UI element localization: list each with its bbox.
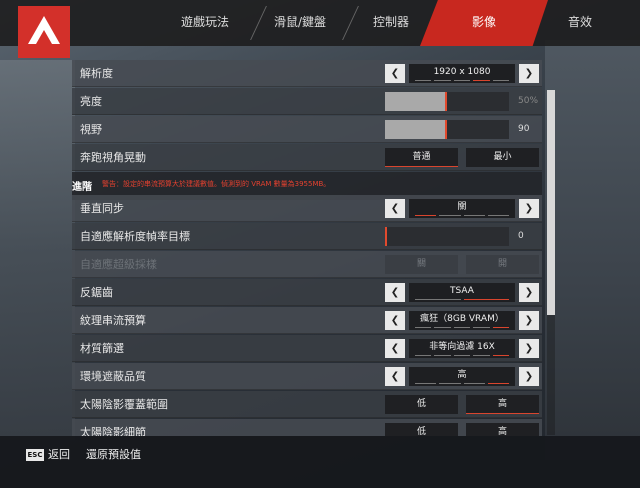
left-arrow-icon[interactable]: ❮	[385, 339, 405, 358]
setting-row-sun-shadow-detail: 太陽陰影細節 低 高	[72, 419, 542, 436]
setting-row-fov: 視野 90	[72, 116, 542, 143]
brightness-value: 50%	[518, 96, 539, 106]
setting-label: 奔跑視角晃動	[80, 151, 146, 164]
option-pips	[415, 383, 509, 384]
right-arrow-icon[interactable]: ❯	[519, 367, 539, 386]
resolution-selector[interactable]: 1920 x 1080	[409, 64, 515, 83]
tab-audio[interactable]: 音效	[535, 0, 625, 46]
setting-label: 亮度	[80, 95, 102, 108]
setting-label: 環境遮蔽品質	[80, 370, 146, 383]
option-pips	[415, 299, 509, 300]
setting-label: 垂直同步	[80, 202, 124, 215]
texture-budget-selector[interactable]: 瘋狂（8GB VRAM）	[409, 311, 515, 330]
left-arrow-icon[interactable]: ❮	[385, 311, 405, 330]
setting-label: 反鋸齒	[80, 286, 113, 299]
right-arrow-icon[interactable]: ❯	[519, 311, 539, 330]
vram-warning: 警告：設定的串流預算大於建議數值。偵測到的 VRAM 數量為3955MB。	[102, 180, 331, 188]
setting-label: 太陽陰影覆蓋範圍	[80, 398, 168, 411]
texture-filtering-selector[interactable]: 非等向過濾 16X	[409, 339, 515, 358]
slider-handle[interactable]	[385, 227, 387, 246]
setting-row-texture-budget: 紋理串流預算 ❮ 瘋狂（8GB VRAM） ❯	[72, 307, 542, 334]
setting-row-antialiasing: 反鋸齒 ❮ TSAA ❯	[72, 279, 542, 306]
setting-row-adaptive-resolution: 自適應解析度幀率目標 0	[72, 223, 542, 250]
texture-budget-value: 瘋狂（8GB VRAM）	[420, 314, 504, 324]
scrollbar-thumb[interactable]	[547, 90, 555, 315]
sun-shadow-coverage-low-button[interactable]: 低	[385, 395, 458, 414]
restore-defaults-button[interactable]: 還原預設值	[86, 446, 141, 462]
setting-label: 解析度	[80, 67, 113, 80]
back-button[interactable]: 返回	[48, 446, 70, 462]
sprint-shake-normal-button[interactable]: 普通	[385, 148, 458, 167]
setting-label: 自適應超級採樣	[80, 258, 157, 271]
esc-key-icon: ESC	[26, 449, 44, 461]
setting-row-resolution: 解析度 ❮ 1920 x 1080 ❯	[72, 60, 542, 87]
advanced-title: 進階	[72, 182, 92, 193]
tab-gameplay[interactable]: 遊戲玩法	[160, 0, 250, 46]
vsync-selector[interactable]: 關	[409, 199, 515, 218]
slider-fill	[385, 120, 447, 139]
vsync-value: 關	[457, 202, 467, 212]
apex-logo-icon	[18, 6, 70, 58]
adaptive-ss-off-button: 關	[385, 255, 458, 274]
option-pips	[415, 215, 509, 216]
setting-label: 自適應解析度幀率目標	[80, 230, 190, 243]
left-arrow-icon[interactable]: ❮	[385, 283, 405, 302]
setting-label: 視野	[80, 123, 102, 136]
bottom-bar	[0, 436, 640, 488]
resolution-value: 1920 x 1080	[433, 67, 491, 77]
setting-row-vsync: 垂直同步 ❮ 關 ❯	[72, 195, 542, 222]
slider-handle[interactable]	[445, 120, 447, 139]
setting-label: 材質篩選	[80, 342, 124, 355]
sun-shadow-detail-high-button[interactable]: 高	[466, 423, 539, 436]
video-settings-panel: 解析度 ❮ 1920 x 1080 ❯ 亮度 50% 視野 90 奔跑視角晃動 …	[72, 58, 542, 436]
sprint-shake-minimal-button[interactable]: 最小	[466, 148, 539, 167]
right-arrow-icon[interactable]: ❯	[519, 339, 539, 358]
antialiasing-selector[interactable]: TSAA	[409, 283, 515, 302]
option-pips	[415, 327, 510, 328]
adaptive-resolution-slider[interactable]	[385, 227, 509, 246]
setting-row-sprint-shake: 奔跑視角晃動 普通 最小	[72, 144, 542, 171]
option-pips	[415, 80, 510, 81]
right-arrow-icon[interactable]: ❯	[519, 199, 539, 218]
ambient-occlusion-selector[interactable]: 高	[409, 367, 515, 386]
setting-row-sun-shadow-coverage: 太陽陰影覆蓋範圍 低 高	[72, 391, 542, 418]
tab-controller[interactable]: 控制器	[346, 0, 436, 46]
settings-tabs: 遊戲玩法 滑鼠/鍵盤 控制器 影像 音效	[150, 0, 640, 46]
setting-row-texture-filtering: 材質篩選 ❮ 非等向過濾 16X ❯	[72, 335, 542, 362]
texture-filtering-value: 非等向過濾 16X	[429, 342, 495, 352]
sun-shadow-coverage-high-button[interactable]: 高	[466, 395, 539, 414]
fov-value: 90	[518, 124, 530, 134]
left-arrow-icon[interactable]: ❮	[385, 367, 405, 386]
adaptive-ss-on-button: 開	[466, 255, 539, 274]
option-pips	[415, 355, 510, 356]
right-arrow-icon[interactable]: ❯	[519, 283, 539, 302]
adaptive-resolution-value: 0	[518, 231, 524, 241]
tab-mouse-keyboard[interactable]: 滑鼠/鍵盤	[255, 0, 345, 46]
setting-label: 紋理串流預算	[80, 314, 146, 327]
slider-handle[interactable]	[445, 92, 447, 111]
antialiasing-value: TSAA	[450, 286, 474, 296]
setting-row-ambient-occlusion: 環境遮蔽品質 ❮ 高 ❯	[72, 363, 542, 390]
brightness-slider[interactable]	[385, 92, 509, 111]
setting-label: 太陽陰影細節	[80, 426, 146, 436]
sun-shadow-detail-low-button[interactable]: 低	[385, 423, 458, 436]
top-nav-bar: 遊戲玩法 滑鼠/鍵盤 控制器 影像 音效	[0, 0, 640, 58]
tab-video[interactable]: 影像	[420, 0, 548, 46]
background-left	[0, 60, 75, 440]
fov-slider[interactable]	[385, 120, 509, 139]
left-arrow-icon[interactable]: ❮	[385, 64, 405, 83]
setting-row-brightness: 亮度 50%	[72, 88, 542, 115]
setting-row-adaptive-supersampling: 自適應超級採樣 關 開	[72, 251, 542, 278]
background-right	[545, 40, 640, 460]
left-arrow-icon[interactable]: ❮	[385, 199, 405, 218]
right-arrow-icon[interactable]: ❯	[519, 64, 539, 83]
ambient-occlusion-value: 高	[457, 370, 467, 380]
slider-fill	[385, 92, 447, 111]
